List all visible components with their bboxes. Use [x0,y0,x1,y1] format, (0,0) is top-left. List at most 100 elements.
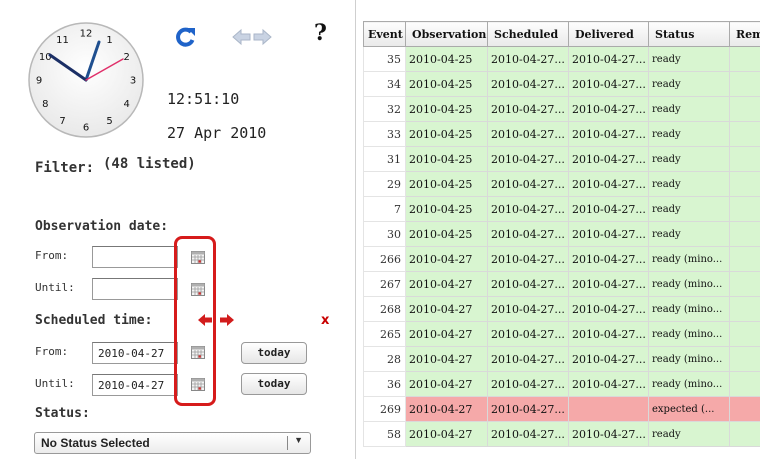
table-row[interactable]: 7 2010-04-25 2010-04-27... 2010-04-27... rea… [363,196,760,222]
clock-time: 12:51:10 [167,90,240,108]
cell-delivered: 2010-04-27... [568,296,649,322]
cell-status: ready [648,121,730,147]
table-header-row: Event Observation Scheduled Delivered St… [363,21,760,47]
cell-observation: 2010-04-25 [405,146,488,172]
cell-remark [729,221,760,247]
cell-remark [729,196,760,222]
help-button[interactable]: ? [314,20,327,46]
cell-scheduled: 2010-04-27... [487,296,569,322]
cell-delivered: 2010-04-27... [568,121,649,147]
table-row[interactable]: 32 2010-04-25 2010-04-27... 2010-04-27... re… [363,96,760,122]
cell-status: ready [648,221,730,247]
cell-delivered: 2010-04-27... [568,221,649,247]
clear-scheduled-button[interactable]: x [321,313,329,328]
cell-status: ready [648,421,730,447]
clock-numeral: 8 [42,99,48,110]
cell-delivered: 2010-04-27... [568,421,649,447]
clock-numeral: 7 [59,116,65,127]
cell-status: ready [648,171,730,197]
table-row[interactable]: 33 2010-04-25 2010-04-27... 2010-04-27... re… [363,121,760,147]
column-header-observation[interactable]: Observation [405,21,488,47]
observation-from-input[interactable] [92,246,178,268]
status-select-value: No Status Selected [41,436,150,450]
cell-scheduled: 2010-04-27... [487,96,569,122]
table-row[interactable]: 269 2010-04-27 2010-04-27... expected (... [363,396,760,422]
table-row[interactable]: 266 2010-04-27 2010-04-27... 2010-04-27... r… [363,246,760,272]
cell-event-id: 30 [363,221,406,247]
table-row[interactable]: 265 2010-04-27 2010-04-27... 2010-04-27... r… [363,321,760,347]
today-button[interactable]: today [241,373,307,395]
cell-status: ready [648,46,730,72]
cell-observation: 2010-04-25 [405,121,488,147]
analog-clock: 121234567891011 [28,22,144,138]
table-row[interactable]: 28 2010-04-27 2010-04-27... 2010-04-27... re… [363,346,760,372]
cell-remark [729,121,760,147]
table-row[interactable]: 34 2010-04-25 2010-04-27... 2010-04-27... re… [363,71,760,97]
cell-observation: 2010-04-25 [405,71,488,97]
arrow-right-icon[interactable] [252,28,272,46]
cell-scheduled: 2010-04-27... [487,271,569,297]
refresh-icon[interactable] [174,26,196,48]
cell-remark [729,46,760,72]
cell-scheduled: 2010-04-27... [487,71,569,97]
cell-observation: 2010-04-27 [405,296,488,322]
column-header-remark[interactable]: Remark [729,21,760,47]
cell-observation: 2010-04-25 [405,221,488,247]
cell-delivered: 2010-04-27... [568,271,649,297]
status-select[interactable]: No Status Selected ▼ [34,432,311,454]
column-header-delivered[interactable]: Delivered [568,21,649,47]
cell-event-id: 32 [363,96,406,122]
cell-observation: 2010-04-27 [405,321,488,347]
table-row[interactable]: 36 2010-04-27 2010-04-27... 2010-04-27... re… [363,371,760,397]
arrow-left-icon[interactable] [232,28,252,46]
cell-scheduled: 2010-04-27... [487,371,569,397]
events-table: Event Observation Scheduled Delivered St… [363,21,760,447]
status-title: Status: [35,406,90,421]
scheduled-until-input[interactable]: 2010-04-27 [92,374,178,396]
column-header-event[interactable]: Event [363,21,406,47]
scheduled-time-title: Scheduled time: [35,313,153,328]
cell-scheduled: 2010-04-27... [487,246,569,272]
clock-numeral: 9 [36,76,42,87]
cell-observation: 2010-04-27 [405,271,488,297]
cell-scheduled: 2010-04-27... [487,46,569,72]
cell-remark [729,371,760,397]
table-row[interactable]: 30 2010-04-25 2010-04-27... 2010-04-27... re… [363,221,760,247]
scheduled-from-label: From: [35,345,69,358]
cell-status: ready (mino... [648,246,730,272]
table-row[interactable]: 267 2010-04-27 2010-04-27... 2010-04-27... r… [363,271,760,297]
cell-delivered: 2010-04-27... [568,371,649,397]
cell-scheduled: 2010-04-27... [487,321,569,347]
cell-observation: 2010-04-25 [405,46,488,72]
panel-divider [355,0,356,459]
today-button[interactable]: today [241,342,307,364]
cell-delivered: 2010-04-27... [568,46,649,72]
observation-until-input[interactable] [92,278,178,300]
table-row[interactable]: 31 2010-04-25 2010-04-27... 2010-04-27... re… [363,146,760,172]
table-row[interactable]: 29 2010-04-25 2010-04-27... 2010-04-27... re… [363,171,760,197]
clock-date: 27 Apr 2010 [167,124,267,142]
cell-event-id: 269 [363,396,406,422]
table-row[interactable]: 268 2010-04-27 2010-04-27... 2010-04-27... r… [363,296,760,322]
cell-event-id: 29 [363,171,406,197]
cell-remark [729,246,760,272]
cell-delivered: 2010-04-27... [568,96,649,122]
cell-scheduled: 2010-04-27... [487,121,569,147]
events-table-container: Event Observation Scheduled Delivered St… [363,21,760,459]
cell-status: ready [648,196,730,222]
table-row[interactable]: 35 2010-04-25 2010-04-27... 2010-04-27... re… [363,46,760,72]
cell-scheduled: 2010-04-27... [487,196,569,222]
cell-observation: 2010-04-25 [405,171,488,197]
cell-remark [729,96,760,122]
select-separator [287,436,288,450]
scheduled-from-input[interactable]: 2010-04-27 [92,342,178,364]
column-header-scheduled[interactable]: Scheduled [487,21,569,47]
observation-until-label: Until: [35,281,75,294]
cell-event-id: 33 [363,121,406,147]
arrow-right-icon[interactable] [220,314,234,326]
table-row[interactable]: 58 2010-04-27 2010-04-27... 2010-04-27... re… [363,421,760,447]
clock-numeral: 2 [124,52,130,63]
clock-numeral: 1 [106,35,112,46]
cell-observation: 2010-04-25 [405,96,488,122]
column-header-status[interactable]: Status [648,21,730,47]
